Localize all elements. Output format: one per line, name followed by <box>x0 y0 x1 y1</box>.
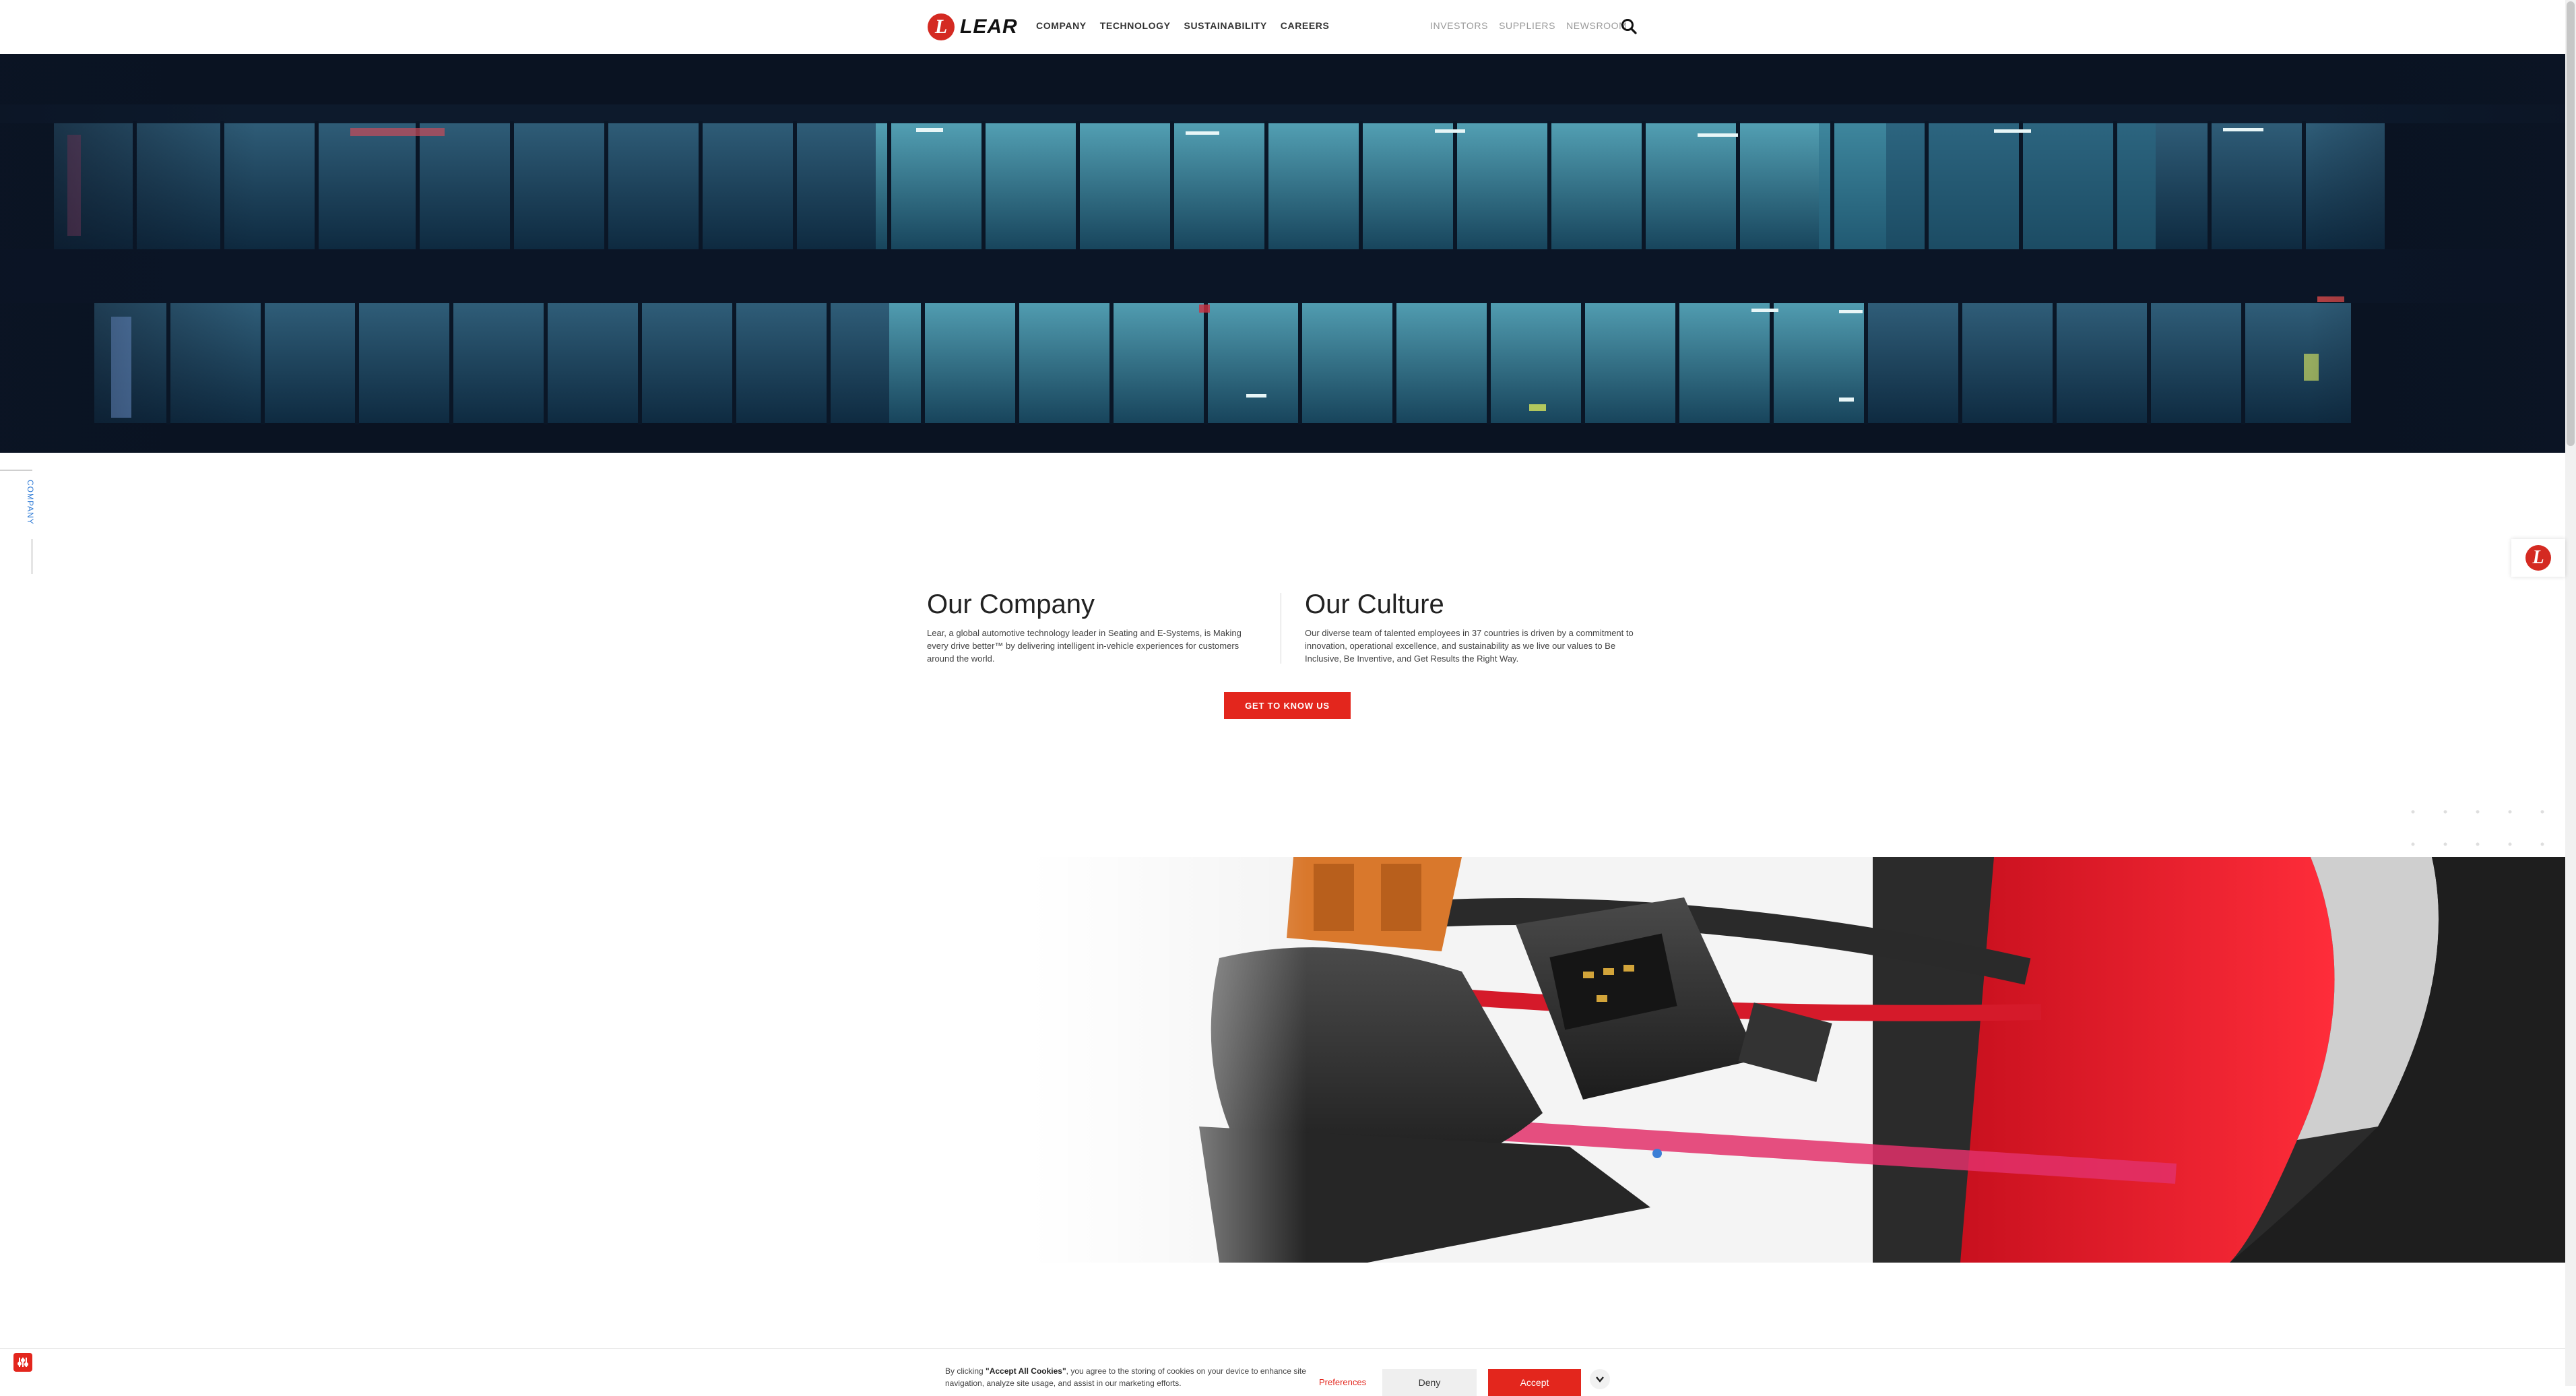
lear-logo-mark: L <box>928 13 955 40</box>
cookie-deny-button[interactable]: Deny <box>1382 1369 1477 1396</box>
cookie-settings-icon[interactable] <box>13 1353 32 1372</box>
cookie-text-prefix: By clicking <box>945 1366 986 1376</box>
our-culture-title: Our Culture <box>1305 590 1444 619</box>
utility-nav: INVESTORS SUPPLIERS NEWSROOM <box>1430 20 1627 31</box>
side-indicator-line <box>0 470 32 471</box>
cookie-text-bold: "Accept All Cookies" <box>986 1366 1066 1376</box>
lear-assistant-widget[interactable]: L <box>2511 539 2565 577</box>
nav-company[interactable]: COMPANY <box>1036 20 1087 31</box>
nav-investors[interactable]: INVESTORS <box>1430 20 1488 31</box>
product-illustration <box>1031 857 2565 1263</box>
connector-seat-product-image <box>1031 857 2565 1263</box>
our-company-section: Our Company Lear, a global automotive te… <box>927 590 1257 665</box>
get-to-know-us-button[interactable]: GET TO KNOW US <box>1224 692 1351 719</box>
nav-sustainability[interactable]: SUSTAINABILITY <box>1184 20 1267 31</box>
our-culture-body: Our diverse team of talented employees i… <box>1305 628 1634 664</box>
our-culture-section: Our Culture Our diverse team of talented… <box>1305 590 1635 665</box>
nav-careers[interactable]: CAREERS <box>1281 20 1330 31</box>
hero-image <box>0 54 2565 453</box>
main-nav: COMPANY TECHNOLOGY SUSTAINABILITY CAREER… <box>1036 20 1329 31</box>
side-nav-company[interactable]: COMPANY <box>26 480 35 525</box>
chevron-down-icon[interactable] <box>1590 1369 1610 1389</box>
scrollbar-thumb[interactable] <box>2567 1 2575 446</box>
search-icon[interactable] <box>1620 18 1638 35</box>
site-header: L LEAR COMPANY TECHNOLOGY SUSTAINABILITY… <box>0 0 2565 55</box>
lear-logo[interactable]: L LEAR <box>928 13 1018 41</box>
office-building-night-image <box>0 54 2565 453</box>
lear-widget-icon: L <box>2525 545 2551 571</box>
our-company-title: Our Company <box>927 590 1095 619</box>
our-company-body: Lear, a global automotive technology lea… <box>927 628 1242 664</box>
lear-logo-text: LEAR <box>960 15 1018 38</box>
nav-newsroom[interactable]: NEWSROOM <box>1566 20 1627 31</box>
nav-technology[interactable]: TECHNOLOGY <box>1100 20 1171 31</box>
cookie-accept-button[interactable]: Accept <box>1488 1369 1581 1396</box>
nav-suppliers[interactable]: SUPPLIERS <box>1499 20 1555 31</box>
